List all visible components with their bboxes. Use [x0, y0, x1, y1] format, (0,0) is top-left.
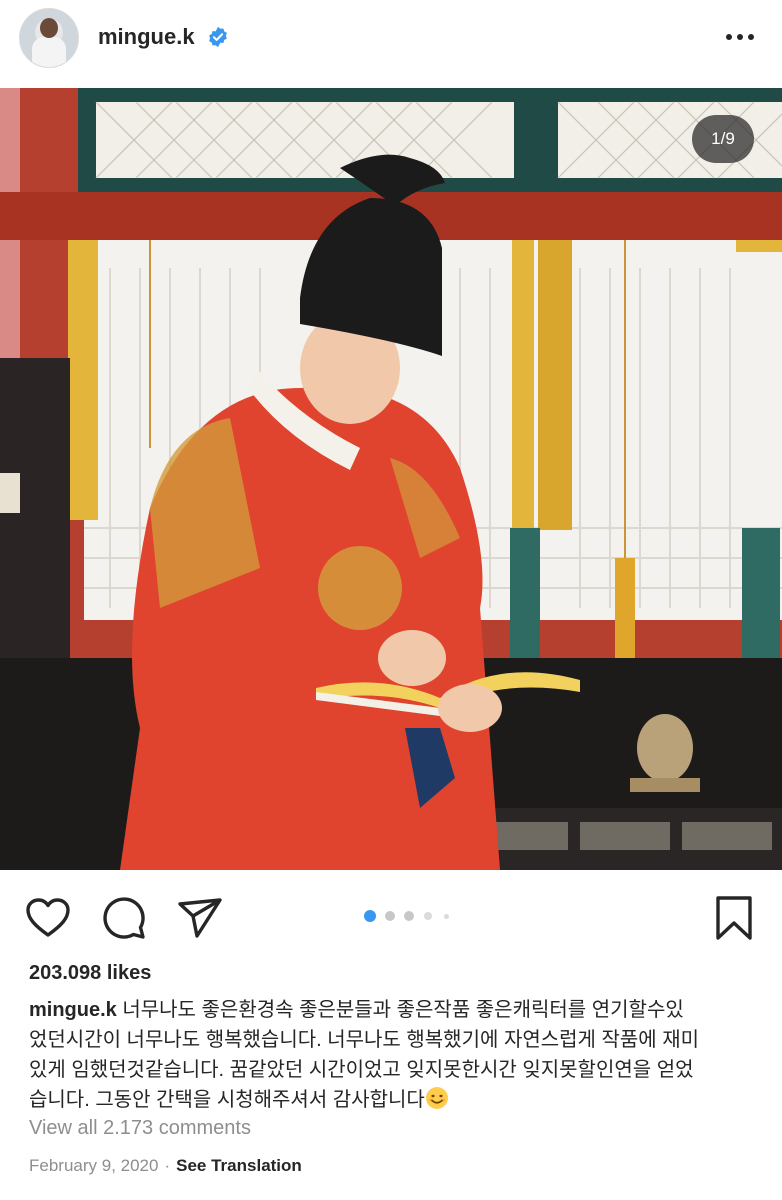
carousel-dot[interactable]	[404, 911, 414, 921]
post-username[interactable]: mingue.k	[98, 24, 195, 50]
carousel-dot[interactable]	[385, 911, 395, 921]
carousel-dot[interactable]	[444, 914, 449, 919]
caption-text-line: 너무나도 좋은환경속 좋은분들과 좋은작품 좋은캐릭터를 연기할수있	[122, 999, 684, 1021]
avatar[interactable]	[19, 8, 79, 68]
caption-text-line: 습니다. 그동안 간택을 시청해주셔서 감사합니다	[29, 1089, 425, 1111]
caption-text-line: 었던시간이 너무나도 행복했습니다. 너무나도 행복했기에 자연스럽게 작품에 …	[29, 1029, 700, 1051]
post-caption: mingue.k 너무나도 좋은환경속 좋은분들과 좋은작품 좋은캐릭터를 연기…	[29, 995, 759, 1115]
post-photo[interactable]: 1/9	[0, 88, 782, 870]
see-translation-link[interactable]: See Translation	[176, 1156, 302, 1175]
post-meta: February 9, 2020 · See Translation	[29, 1156, 302, 1176]
more-horizontal-icon[interactable]	[722, 22, 758, 52]
send-icon[interactable]	[176, 894, 224, 942]
likes-count[interactable]: 203.098 likes	[29, 962, 151, 985]
post-date: February 9, 2020	[29, 1156, 159, 1175]
post-photo-illustration	[0, 88, 782, 870]
heart-icon[interactable]	[24, 894, 72, 942]
bookmark-icon[interactable]	[710, 894, 758, 942]
meta-separator: ·	[164, 1156, 171, 1175]
carousel-dot-active[interactable]	[364, 910, 376, 922]
carousel-dot[interactable]	[424, 912, 432, 920]
view-all-comments-link[interactable]: View all 2.173 comments	[29, 1117, 251, 1140]
carousel-counter: 1/9	[692, 115, 754, 163]
caption-username[interactable]: mingue.k	[29, 999, 117, 1021]
smiling-face-emoji-icon	[425, 1087, 448, 1109]
verified-badge-icon	[209, 26, 227, 48]
comment-icon[interactable]	[100, 894, 148, 942]
caption-text-line: 있게 임했던것같습니다. 꿈같았던 시간이었고 잊지못한시간 잊지못할인연을 얻…	[29, 1059, 694, 1081]
post-header: mingue.k	[0, 0, 782, 88]
